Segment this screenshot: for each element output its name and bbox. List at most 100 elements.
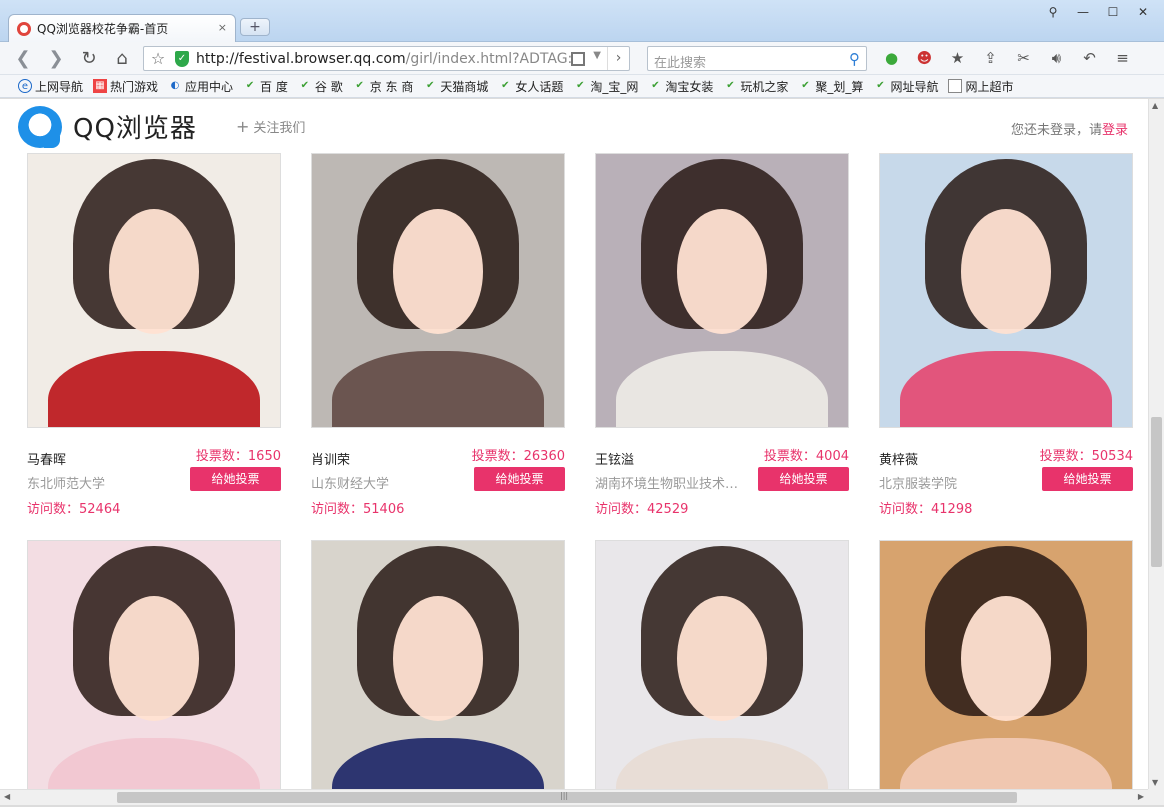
photo-face (392, 595, 484, 722)
follow-us-link[interactable]: + 关注我们 (236, 117, 305, 136)
wechat-icon[interactable]: ● (875, 46, 908, 71)
vote-button[interactable]: 给她投票 (474, 467, 565, 491)
tool-icons: ● ☻ ★ ⇪ ✂ 🔊︎ ↶ ≡ (875, 46, 1139, 71)
bookmark-item[interactable]: ✔ 聚_划_算 (798, 78, 863, 95)
undo-icon[interactable]: ↶ (1073, 46, 1106, 71)
menu-icon[interactable]: ≡ (1106, 46, 1139, 71)
bookmark-item[interactable]: ✔ 玩机之家 (723, 78, 788, 95)
visit-count: 访问数：41298 (879, 502, 973, 517)
horizontal-scrollbar[interactable]: ◀ ||| ▶ (0, 789, 1148, 805)
game-icon: ▦ (93, 79, 108, 93)
favorites-star-icon[interactable]: ★ (941, 46, 974, 71)
volume-icon[interactable]: 🔊︎ (1040, 46, 1073, 71)
visit-count: 访问数：52464 (27, 502, 121, 517)
login-link[interactable]: 登录 (1102, 123, 1128, 138)
hao-icon: ✔ (876, 80, 885, 91)
vote-button[interactable]: 给她投票 (1042, 467, 1133, 491)
hao-icon: ✔ (801, 80, 810, 91)
bookmark-label: 热门游戏 (110, 79, 159, 94)
contestant-name[interactable]: 王铉溢 (595, 449, 634, 468)
bookmark-item[interactable]: ✔ 百 度 (243, 78, 288, 95)
skin-icon[interactable]: ⚲ (1038, 4, 1068, 22)
page-viewport: QQ浏览器 + 关注我们 您还未登录，请登录 马春晖 投票数：1650 东北师范大学 给… (0, 99, 1148, 789)
vertical-scrollbar[interactable]: ▲ ▼ (1148, 99, 1164, 789)
close-window-icon[interactable]: ✕ (1128, 4, 1158, 22)
scroll-left-icon[interactable]: ◀ (4, 792, 10, 801)
maximize-icon[interactable]: ☐ (1098, 4, 1128, 22)
qr-code-icon[interactable] (571, 52, 585, 66)
bookmark-item[interactable]: ✔ 谷 歌 (298, 78, 343, 95)
bookmark-item[interactable]: ◐ 应用中心 (168, 78, 233, 95)
visit-count: 访问数：42529 (595, 502, 689, 517)
contestant-photo[interactable] (879, 540, 1133, 789)
hao-icon: ✔ (245, 80, 255, 91)
scroll-corner (1148, 789, 1164, 805)
go-arrow-icon[interactable]: › (607, 47, 629, 70)
scroll-right-icon[interactable]: ▶ (1138, 792, 1144, 801)
bookmark-label: 淘宝女装 (665, 79, 714, 94)
bookmark-item[interactable]: ✔ 天猫商城 (423, 78, 488, 95)
hao-icon: ✔ (726, 80, 735, 91)
refresh-icon[interactable]: ↻ (78, 48, 100, 70)
vote-button[interactable]: 给她投票 (758, 467, 849, 491)
close-tab-icon[interactable]: × (218, 21, 227, 34)
minimize-icon[interactable]: — (1068, 4, 1098, 22)
bookmark-item[interactable]: e 上网导航 (18, 78, 83, 95)
bookmark-item[interactable]: ✔ 女人话题 (498, 78, 563, 95)
bookmark-item[interactable]: ✔ 淘宝女装 (648, 78, 713, 95)
chevron-down-icon[interactable]: ▼ (593, 50, 601, 61)
bookmark-item[interactable]: ✔ 京 东 商 (353, 78, 414, 95)
scroll-up-icon[interactable]: ▲ (1152, 101, 1158, 110)
share-icon[interactable]: ⇪ (974, 46, 1007, 71)
contestant-photo[interactable] (27, 153, 281, 428)
plus-icon: + (236, 117, 250, 136)
photo-clothes (48, 350, 260, 427)
bookmark-star-icon[interactable]: ☆ (148, 49, 168, 68)
ie-icon: e (18, 79, 32, 93)
contestant-school: 东北师范大学 (27, 477, 106, 492)
contestant-photo[interactable] (311, 153, 565, 428)
search-box[interactable]: 在此搜索 ⚲ (647, 46, 867, 71)
contestant-name[interactable]: 肖训荣 (311, 449, 350, 468)
search-icon[interactable]: ⚲ (849, 50, 860, 68)
contestant-school: 北京服装学院 (879, 477, 958, 492)
address-bar[interactable]: ☆ ✓ http://festival.browser.qq.com/girl/… (143, 46, 630, 71)
photo-clothes (332, 737, 544, 789)
forward-arrow-icon[interactable]: ❯ (45, 48, 67, 70)
bookmark-item[interactable]: 网上超市 (948, 78, 1013, 95)
contestant-photo[interactable] (595, 153, 849, 428)
contestant-name[interactable]: 黄梓薇 (879, 449, 918, 468)
qq-browser-logo-icon[interactable] (18, 106, 62, 148)
new-tab-button[interactable]: + (240, 18, 270, 36)
scissors-icon[interactable]: ✂ (1007, 46, 1040, 71)
bookmarks-bar: e 上网导航 ▦ 热门游戏 ◐ 应用中心 ✔ 百 度 ✔ 谷 歌 ✔ 京 东 商 ✔ 天猫商城… (0, 75, 1164, 98)
home-icon[interactable]: ⌂ (111, 48, 133, 70)
back-arrow-icon[interactable]: ❮ (12, 48, 34, 70)
scroll-down-icon[interactable]: ▼ (1152, 778, 1158, 787)
contestant-photo[interactable] (595, 540, 849, 789)
vote-count: 投票数：1650 (195, 449, 281, 464)
security-shield-icon[interactable]: ✓ (175, 51, 189, 67)
contestant-photo[interactable] (311, 540, 565, 789)
tab-favicon-icon (17, 21, 31, 36)
title-bar: QQ浏览器校花争霸-首页 × + ⚲ — ☐ ✕ (0, 0, 1164, 42)
photo-face (960, 595, 1052, 722)
search-input[interactable]: 在此搜索 (654, 52, 706, 71)
bookmark-label: 网上超市 (965, 79, 1014, 94)
scroll-thumb[interactable] (1151, 417, 1162, 567)
contestant-photo[interactable] (27, 540, 281, 789)
logo-text[interactable]: QQ浏览器 (73, 108, 197, 145)
bookmark-item[interactable]: ✔ 淘_宝_网 (573, 78, 638, 95)
vote-button[interactable]: 给她投票 (190, 467, 281, 491)
bookmark-item[interactable]: ✔ 网址导航 (873, 78, 938, 95)
tab-active[interactable]: QQ浏览器校花争霸-首页 × (8, 14, 236, 42)
vote-count: 投票数：50534 (1039, 449, 1133, 464)
nav-toolbar: ❮ ❯ ↻ ⌂ ☆ ✓ http://festival.browser.qq.c… (0, 42, 1164, 75)
hao-icon: ✔ (300, 80, 310, 91)
avatar-icon[interactable]: ☻ (908, 46, 941, 71)
contestant-name[interactable]: 马春晖 (27, 449, 66, 468)
bookmark-item[interactable]: ▦ 热门游戏 (93, 78, 158, 95)
photo-clothes (616, 737, 828, 789)
url-text[interactable]: http://festival.browser.qq.com/girl/inde… (196, 51, 572, 67)
contestant-photo[interactable] (879, 153, 1133, 428)
